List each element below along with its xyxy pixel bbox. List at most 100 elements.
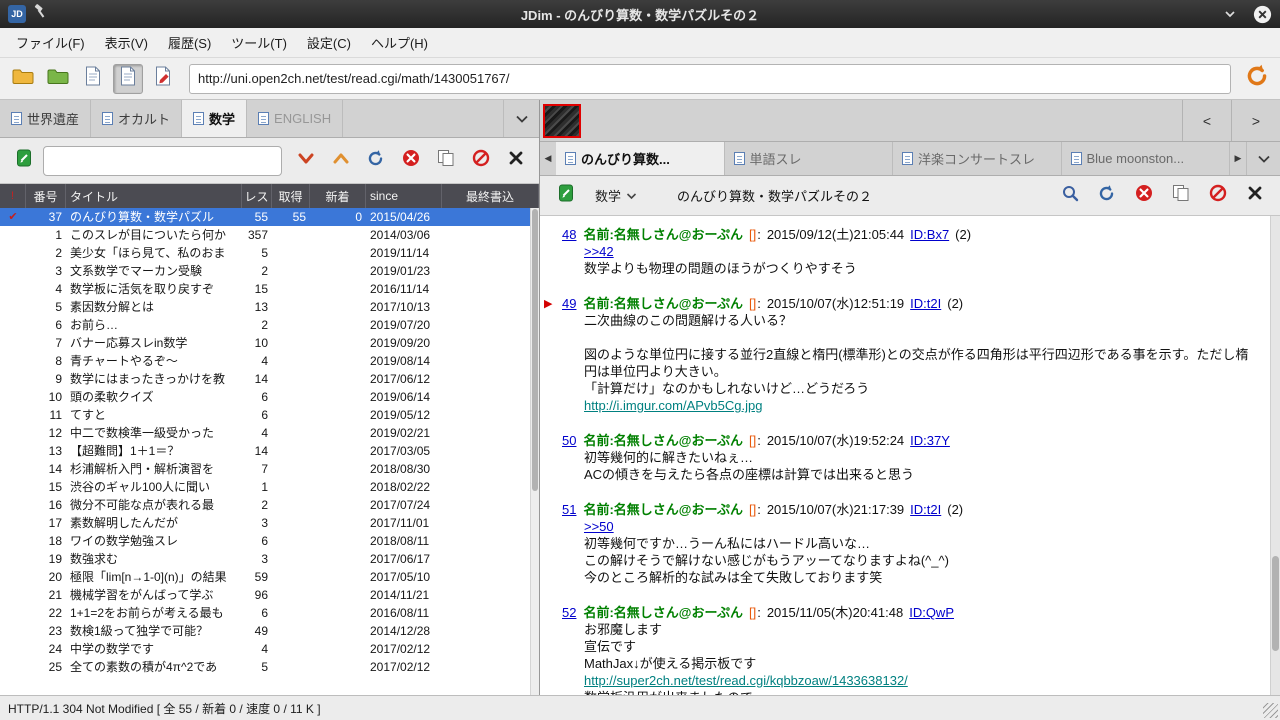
write-reply-button[interactable]: [550, 181, 581, 211]
url-link[interactable]: http://super2ch.net/test/read.cgi/kqbbzo…: [584, 673, 908, 688]
thread-list-row[interactable]: 19 数強求む 3 2017/06/17: [0, 550, 539, 568]
board-tab-0[interactable]: 世界遺産: [0, 100, 92, 137]
thread-list-row[interactable]: 4 数学板に活気を取り戻すぞ 15 2016/11/14: [0, 280, 539, 298]
board-ng-button[interactable]: [465, 146, 496, 176]
titlebar[interactable]: JD JDim - のんびり算数・数学パズルその２: [0, 0, 1280, 28]
thread-scrollbar[interactable]: [1270, 216, 1280, 695]
image-next-button[interactable]: >: [1231, 100, 1280, 141]
new-thread-button[interactable]: [8, 146, 39, 176]
thread-list-row[interactable]: 12 中二で数検準一級受かった 4 2019/02/21: [0, 424, 539, 442]
header-last-write[interactable]: 最終書込: [442, 184, 539, 208]
thread-list-row[interactable]: 23 数検1級って独学で可能？ 49 2014/12/28: [0, 622, 539, 640]
thread-stop-button[interactable]: [1128, 181, 1159, 211]
thread-list-row[interactable]: 20 極限「lim[n→1-0](n)」の結果 59 2017/05/10: [0, 568, 539, 586]
thread-list-row[interactable]: 21 機械学習をがんばって学ぶ 96 2014/11/21: [0, 586, 539, 604]
url-link[interactable]: http://i.imgur.com/APvb5Cg.jpg: [584, 398, 762, 413]
thread-list-row[interactable]: 5 素因数分解とは 13 2017/10/13: [0, 298, 539, 316]
board-select[interactable]: 数学: [591, 184, 641, 207]
post-number-link[interactable]: 51: [562, 502, 576, 517]
thread-list-row[interactable]: 17 素数解明したんだが 3 2017/11/01: [0, 514, 539, 532]
post-id-link[interactable]: ID:37Y: [910, 433, 950, 448]
thread-view-button[interactable]: [113, 63, 143, 94]
menu-item-5[interactable]: ヘルプ(H): [361, 29, 438, 56]
post-id-link[interactable]: ID:t2I: [910, 296, 941, 311]
thread-search-input[interactable]: [43, 145, 282, 176]
search-up-button[interactable]: [325, 146, 356, 176]
tab-scroll-right-button[interactable]: ▶: [1230, 142, 1246, 175]
board-close-button[interactable]: [500, 146, 531, 176]
thread-list-row[interactable]: 9 数学にはまったきっかけを教 14 2017/06/12: [0, 370, 539, 388]
res-anchor-link[interactable]: >>50: [584, 519, 614, 534]
thread-list-row[interactable]: 7 バナー応募スレin数学 10 2019/09/20: [0, 334, 539, 352]
thread-list-row[interactable]: 2 美少女「ほら見て、私のおま 5 2019/11/14: [0, 244, 539, 262]
scrollbar-thumb[interactable]: [532, 209, 538, 492]
post-number-link[interactable]: 50: [562, 433, 576, 448]
thread-tab-0[interactable]: のんびり算数...: [556, 142, 725, 175]
close-button[interactable]: [1253, 5, 1272, 24]
post-number-link[interactable]: 49: [562, 296, 576, 311]
resize-grip[interactable]: [1263, 703, 1278, 718]
post-number-link[interactable]: 48: [562, 227, 576, 242]
menu-item-3[interactable]: ツール(T): [221, 29, 297, 56]
board-tab-2[interactable]: 数学: [182, 100, 248, 137]
thread-list-row[interactable]: 14 杉浦解析入門・解析演習を 7 2018/08/30: [0, 460, 539, 478]
board-view-button[interactable]: [78, 64, 108, 94]
thread-list-row[interactable]: 15 渋谷のギャル100人に聞い 1 2018/02/22: [0, 478, 539, 496]
menu-item-2[interactable]: 履歴(S): [158, 29, 221, 56]
thread-copy-button[interactable]: [1165, 181, 1196, 211]
image-prev-button[interactable]: <: [1182, 100, 1231, 141]
thread-ng-button[interactable]: [1202, 181, 1233, 211]
post-id-link[interactable]: ID:QwP: [909, 605, 954, 620]
menu-item-1[interactable]: 表示(V): [95, 29, 158, 56]
header-number[interactable]: 番号: [26, 184, 66, 208]
write-view-button[interactable]: [148, 64, 178, 94]
thread-tab-1[interactable]: 単語スレ: [725, 142, 893, 175]
search-down-button[interactable]: [290, 146, 321, 176]
header-get[interactable]: 取得: [272, 184, 310, 208]
thread-list-row[interactable]: 8 青チャートやるぞ〜 4 2019/08/14: [0, 352, 539, 370]
reload-button[interactable]: [1242, 64, 1272, 94]
thread-list-row[interactable]: 25 全ての素数の積が4π^2であ 5 2017/02/12: [0, 658, 539, 676]
header-since[interactable]: since: [366, 184, 442, 208]
thread-tab-3[interactable]: Blue moonston...: [1062, 142, 1230, 175]
board-stop-button[interactable]: [395, 146, 426, 176]
header-mark[interactable]: !: [0, 184, 26, 208]
thread-list-scrollbar[interactable]: [530, 208, 539, 695]
thread-list-row[interactable]: 22 1+1=2をお前らが考える最も 6 2016/08/11: [0, 604, 539, 622]
board-reload-button[interactable]: [360, 146, 391, 176]
res-anchor-link[interactable]: >>42: [584, 244, 614, 259]
thread-list-row[interactable]: 1 このスレが目についたら何か 357 2014/03/06: [0, 226, 539, 244]
thread-reload-button[interactable]: [1091, 181, 1122, 211]
thread-list-row[interactable]: ✔ 37 のんびり算数・数学パズル 55 55 0 2015/04/26: [0, 208, 539, 226]
thread-list-row[interactable]: 10 頭の柔軟クイズ 6 2019/06/14: [0, 388, 539, 406]
thread-list-row[interactable]: 3 文系数学でマーカン受験 2 2019/01/23: [0, 262, 539, 280]
scrollbar-thumb[interactable]: [1272, 556, 1279, 652]
board-tab-dropdown-button[interactable]: [503, 100, 539, 137]
board-copy-button[interactable]: [430, 146, 461, 176]
post-id-link[interactable]: ID:t2I: [910, 502, 941, 517]
board-tab-3[interactable]: ENGLISH: [247, 100, 344, 137]
header-new[interactable]: 新着: [310, 184, 366, 208]
header-res[interactable]: レス: [242, 184, 272, 208]
thread-list-row[interactable]: 11 てすと 6 2019/05/12: [0, 406, 539, 424]
thread-list-row[interactable]: 16 微分不可能な点が表れる最 2 2017/07/24: [0, 496, 539, 514]
board-tab-1[interactable]: オカルト: [91, 100, 183, 137]
favorites-button[interactable]: [43, 64, 73, 94]
post-number-link[interactable]: 52: [562, 605, 576, 620]
thread-list-row[interactable]: 24 中学の数学です 4 2017/02/12: [0, 640, 539, 658]
url-input[interactable]: [189, 63, 1231, 94]
thread-search-button[interactable]: [1054, 181, 1085, 211]
post-id-link[interactable]: ID:Bx7: [910, 227, 949, 242]
thread-list-row[interactable]: 18 ワイの数学勉強スレ 6 2018/08/11: [0, 532, 539, 550]
thread-list-row[interactable]: 6 お前ら… 2 2019/07/20: [0, 316, 539, 334]
tab-scroll-left-button[interactable]: ◀: [540, 142, 556, 175]
thread-list-row[interactable]: 13 【超難問】1＋1＝？ 14 2017/03/05: [0, 442, 539, 460]
menu-item-4[interactable]: 設定(C): [297, 29, 361, 56]
thread-close-button[interactable]: [1239, 181, 1270, 211]
thread-tab-2[interactable]: 洋楽コンサートスレ: [893, 142, 1062, 175]
boards-folder-button[interactable]: [8, 64, 38, 94]
minimize-button[interactable]: [1223, 7, 1237, 21]
image-thumbnail[interactable]: [543, 103, 581, 138]
thread-tab-dropdown-button[interactable]: [1246, 142, 1280, 175]
header-title[interactable]: タイトル: [66, 184, 242, 208]
